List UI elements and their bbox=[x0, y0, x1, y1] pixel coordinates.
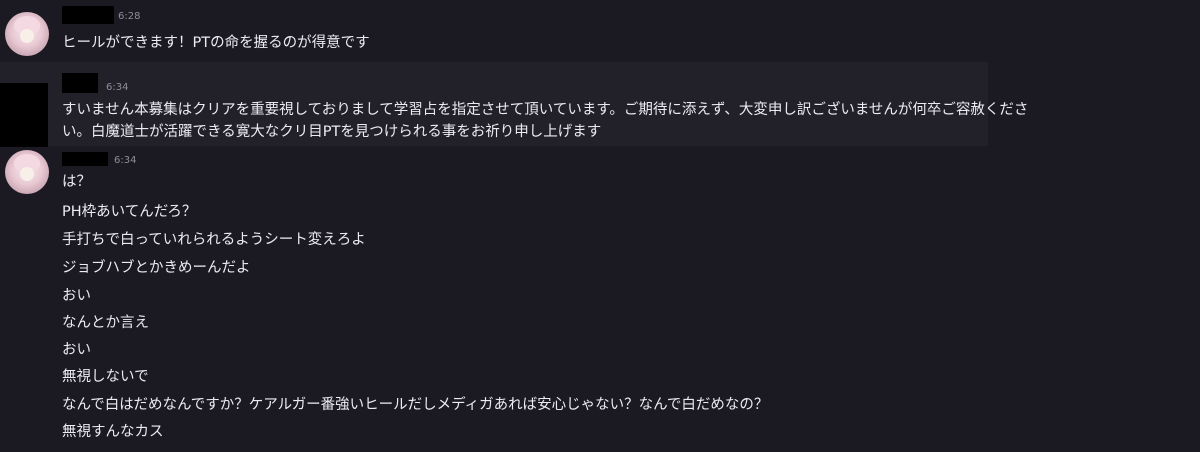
message-text: い。白魔道士が活躍できる寛大なクリ目PTを見つけられる事をお祈り申し上げます bbox=[62, 124, 602, 140]
message-text: ジョブハブとかきめーんだよ bbox=[62, 260, 251, 276]
message-text: おい bbox=[62, 288, 91, 304]
message-text: は？ bbox=[62, 174, 91, 190]
redacted-username[interactable] bbox=[62, 6, 114, 24]
message-text: 無視しないで bbox=[62, 369, 149, 385]
message-timestamp: 6:34 bbox=[106, 82, 129, 93]
message-text: なんで白はだめなんですか？ケアルガー番強いヒールだしメディガあれば安心じゃない？… bbox=[62, 397, 769, 413]
message-text: すいません本募集はクリアを重要視しておりまして学習占を指定させて頂いています。ご… bbox=[62, 102, 1029, 118]
redacted-username[interactable] bbox=[62, 152, 108, 166]
message-text: PH枠あいてんだろ？ bbox=[62, 204, 197, 220]
message-timestamp: 6:28 bbox=[118, 11, 141, 22]
message-text: なんとか言え bbox=[62, 315, 149, 331]
message-text: おい bbox=[62, 342, 91, 358]
message-text: 無視すんなカス bbox=[62, 424, 164, 440]
message-text: ヒールができます！PTの命を握るのが得意です bbox=[62, 35, 370, 51]
message-text: 手打ちで白っていれられるようシート変えろよ bbox=[62, 232, 366, 248]
user-avatar[interactable] bbox=[5, 12, 49, 56]
user-avatar[interactable] bbox=[0, 83, 48, 147]
user-avatar[interactable] bbox=[5, 150, 49, 194]
redacted-username[interactable] bbox=[62, 73, 98, 93]
message-timestamp: 6:34 bbox=[114, 155, 137, 166]
